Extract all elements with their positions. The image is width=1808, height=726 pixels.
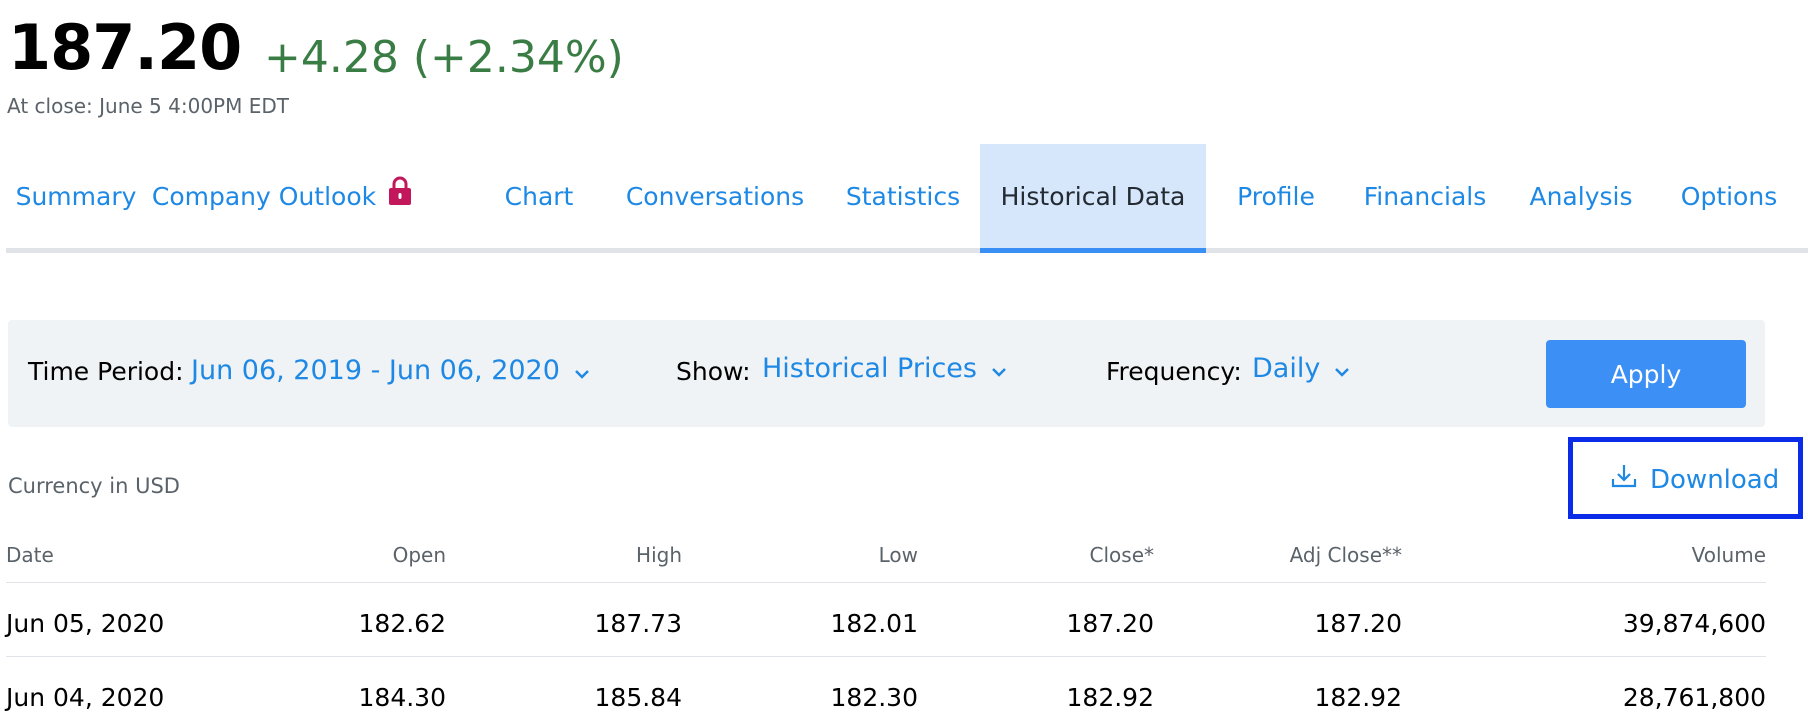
cell-adj-close: 187.20 xyxy=(1314,609,1402,638)
price-change: +4.28 (+2.34%) xyxy=(264,32,624,83)
page: 187.20 +4.28 (+2.34%) At close: June 5 4… xyxy=(0,0,1808,726)
column-header-close: Close* xyxy=(1089,543,1154,567)
tab-label: Historical Data xyxy=(1000,181,1186,211)
tab-label: Summary xyxy=(15,181,137,211)
tab-analysis[interactable]: Analysis xyxy=(1524,144,1638,248)
currency-note: Currency in USD xyxy=(8,474,180,498)
show-label: Show: xyxy=(676,357,751,386)
table-row: Jun 04, 2020 184.30 185.84 182.30 182.92… xyxy=(6,657,1766,726)
column-header-low: Low xyxy=(878,543,918,567)
tab-statistics[interactable]: Statistics xyxy=(840,144,966,248)
tab-summary[interactable]: Summary xyxy=(6,144,146,248)
download-button[interactable]: Download xyxy=(1610,462,1779,497)
table-row: Jun 05, 2020 182.62 187.73 182.01 187.20… xyxy=(6,583,1766,657)
time-period-label: Time Period: xyxy=(28,357,184,386)
cell-low: 182.01 xyxy=(830,609,918,638)
apply-button[interactable]: Apply xyxy=(1546,340,1746,408)
column-header-open: Open xyxy=(392,543,446,567)
close-timestamp: At close: June 5 4:00PM EDT xyxy=(7,94,289,118)
chevron-down-icon xyxy=(991,353,1007,384)
show-value: Historical Prices xyxy=(762,353,977,384)
table-header: Date Open High Low Close* Adj Close** Vo… xyxy=(6,535,1766,583)
cell-close: 182.92 xyxy=(1066,683,1154,712)
tab-label: Chart xyxy=(504,181,574,211)
tab-label: Conversations xyxy=(625,181,805,211)
time-period-dropdown[interactable]: Jun 06, 2019 - Jun 06, 2020 xyxy=(191,355,590,386)
time-period-value: Jun 06, 2019 - Jun 06, 2020 xyxy=(191,355,560,386)
chevron-down-icon xyxy=(1334,353,1350,384)
download-label: Download xyxy=(1650,464,1780,495)
historical-prices-table: Date Open High Low Close* Adj Close** Vo… xyxy=(6,535,1766,726)
tab-label: Company Outlook xyxy=(151,181,377,211)
tab-label: Statistics xyxy=(845,181,961,211)
tab-label: Profile xyxy=(1237,181,1315,211)
column-header-adj-close: Adj Close** xyxy=(1289,543,1402,567)
lock-icon xyxy=(388,176,412,206)
tab-conversations[interactable]: Conversations xyxy=(620,144,810,248)
cell-date: Jun 04, 2020 xyxy=(6,683,165,712)
tab-financials[interactable]: Financials xyxy=(1352,144,1498,248)
cell-close: 187.20 xyxy=(1066,609,1154,638)
column-header-volume: Volume xyxy=(1691,543,1766,567)
column-header-high: High xyxy=(636,543,682,567)
cell-adj-close: 182.92 xyxy=(1314,683,1402,712)
tab-chart[interactable]: Chart xyxy=(494,144,584,248)
frequency-value: Daily xyxy=(1252,353,1321,384)
cell-high: 187.73 xyxy=(594,609,682,638)
tab-historical-data[interactable]: Historical Data xyxy=(980,144,1206,253)
tab-company-outlook[interactable]: Company Outlook xyxy=(150,144,414,248)
tab-profile[interactable]: Profile xyxy=(1224,144,1328,248)
stock-price: 187.20 xyxy=(8,11,242,84)
tab-label: Analysis xyxy=(1529,181,1633,211)
cell-date: Jun 05, 2020 xyxy=(6,609,165,638)
cell-open: 184.30 xyxy=(358,683,446,712)
tab-label: Financials xyxy=(1363,181,1487,211)
show-dropdown[interactable]: Historical Prices xyxy=(762,353,1007,384)
filter-bar: Time Period: Jun 06, 2019 - Jun 06, 2020… xyxy=(8,320,1765,427)
column-header-date: Date xyxy=(6,543,54,567)
cell-high: 185.84 xyxy=(594,683,682,712)
download-icon xyxy=(1610,462,1638,497)
tab-options[interactable]: Options xyxy=(1664,144,1794,248)
cell-low: 182.30 xyxy=(830,683,918,712)
quote-tabs: Summary Company Outlook Chart Conversati… xyxy=(6,144,1808,253)
chevron-down-icon xyxy=(574,355,590,386)
cell-volume: 28,761,800 xyxy=(1622,683,1766,712)
cell-volume: 39,874,600 xyxy=(1622,609,1766,638)
frequency-dropdown[interactable]: Daily xyxy=(1252,353,1350,384)
tab-label: Options xyxy=(1680,181,1778,211)
cell-open: 182.62 xyxy=(358,609,446,638)
frequency-label: Frequency: xyxy=(1106,357,1242,386)
